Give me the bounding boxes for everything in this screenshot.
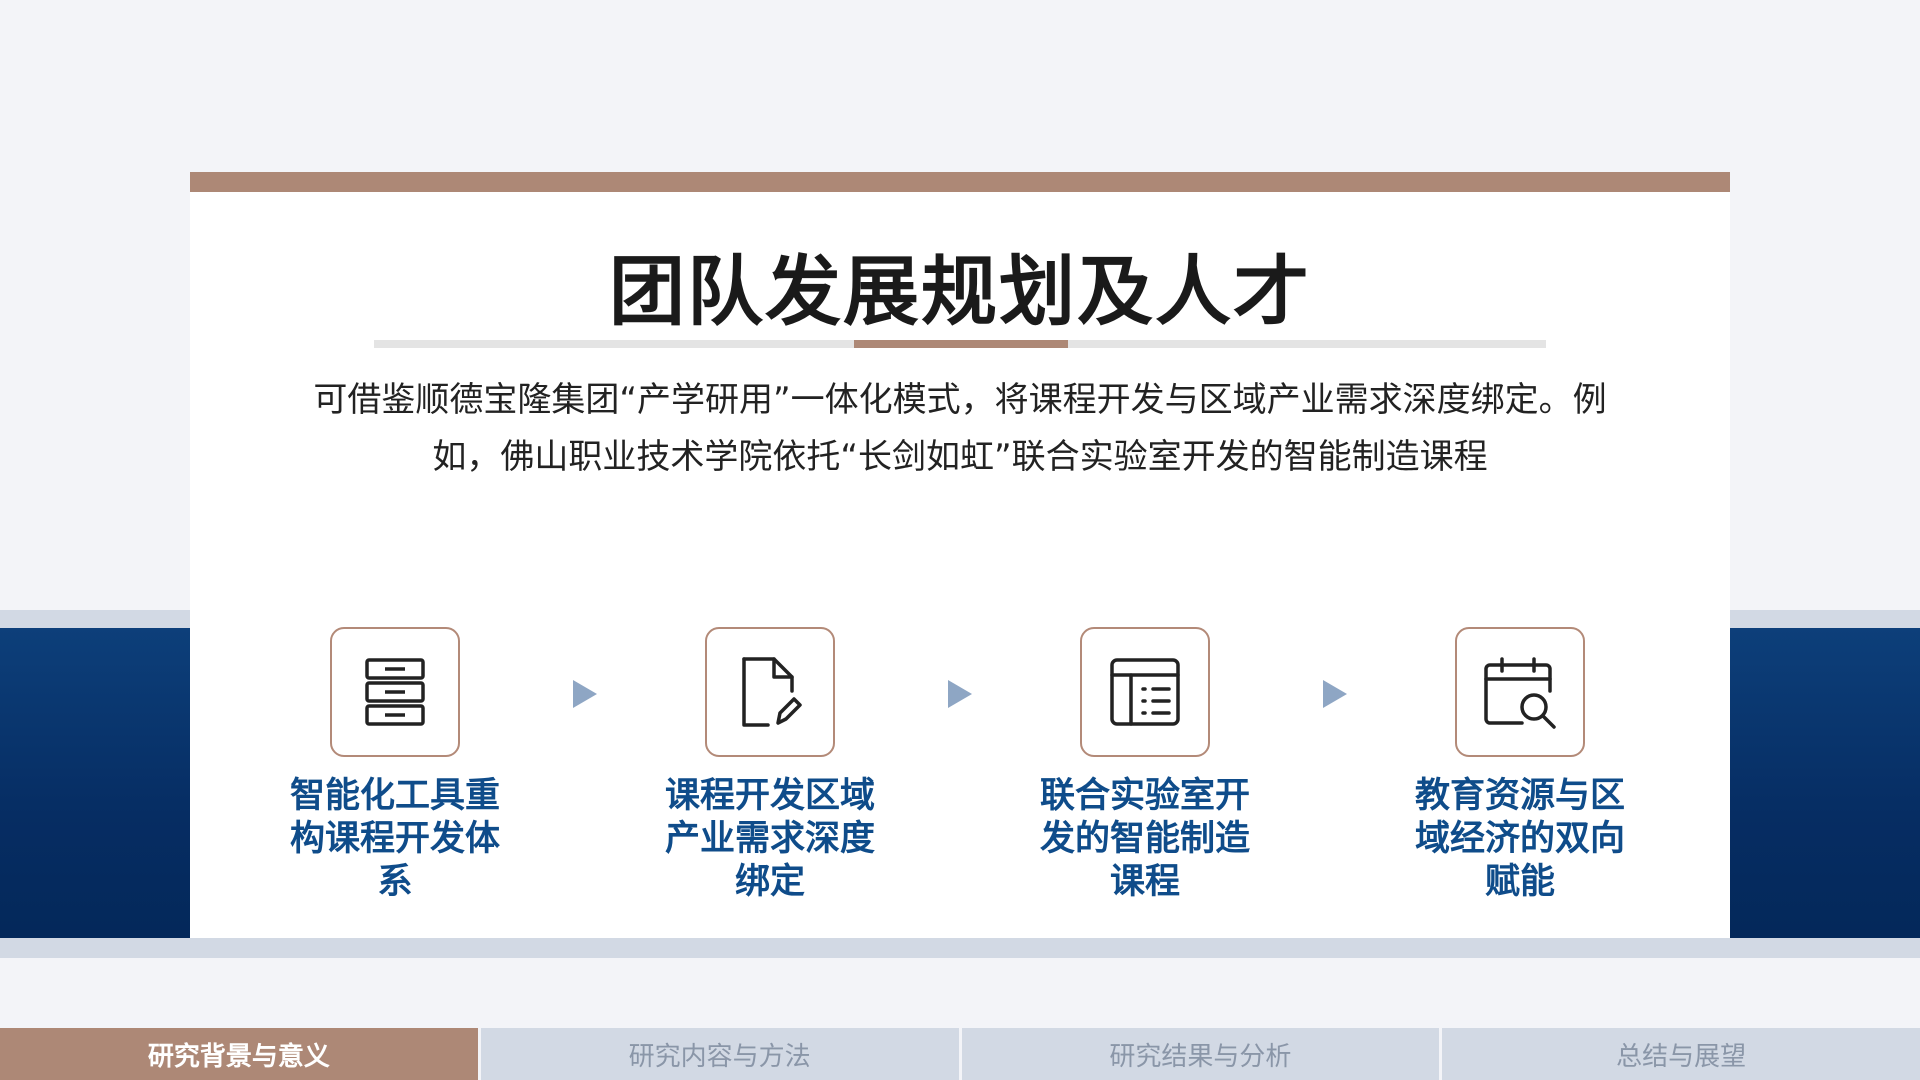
step-2-icon-box bbox=[705, 627, 835, 757]
document-edit-icon bbox=[742, 657, 802, 727]
step-1-icon-box bbox=[330, 627, 460, 757]
table-list-icon bbox=[1110, 658, 1180, 726]
step-3: 联合实验室开发的智能制造课程 bbox=[995, 627, 1295, 904]
step-4: 教育资源与区域经济的双向赋能 bbox=[1370, 627, 1670, 904]
step-3-icon-box bbox=[1080, 627, 1210, 757]
step-2-label: 课程开发区域产业需求深度绑定 bbox=[664, 776, 875, 902]
step-arrow-2 bbox=[948, 680, 972, 708]
title-divider-accent bbox=[854, 340, 1068, 348]
step-1: 智能化工具重构课程开发体系 bbox=[245, 627, 545, 904]
band-bottom-edge bbox=[0, 938, 1920, 958]
slide-description: 可借鉴顺德宝隆集团“产学研用”一体化模式，将课程开发与区域产业需求深度绑定。例如… bbox=[313, 380, 1607, 477]
step-2: 课程开发区域产业需求深度绑定 bbox=[620, 627, 920, 904]
nav-tab-research-background[interactable]: 研究背景与意义 bbox=[0, 1028, 481, 1080]
slide-stage: 团队发展规划及人才 可借鉴顺德宝隆集团“产学研用”一体化模式，将课程开发与区域产… bbox=[0, 0, 1920, 1080]
nav-tab-research-content[interactable]: 研究内容与方法 bbox=[480, 1028, 962, 1080]
content-card: 团队发展规划及人才 可借鉴顺德宝隆集团“产学研用”一体化模式，将课程开发与区域产… bbox=[190, 172, 1730, 938]
calendar-search-icon bbox=[1484, 657, 1556, 729]
nav-tab-research-results[interactable]: 研究结果与分析 bbox=[961, 1028, 1443, 1080]
slide-title: 团队发展规划及人才 bbox=[609, 247, 1311, 336]
step-4-label: 教育资源与区域经济的双向赋能 bbox=[1414, 776, 1625, 902]
card-accent-bar bbox=[190, 172, 1730, 192]
step-4-icon-box bbox=[1455, 627, 1585, 757]
cabinet-icon bbox=[365, 658, 425, 726]
step-arrow-1 bbox=[573, 680, 597, 708]
step-3-label: 联合实验室开发的智能制造课程 bbox=[1039, 776, 1250, 902]
section-nav: 研究背景与意义 研究内容与方法 研究结果与分析 总结与展望 bbox=[0, 1028, 1920, 1080]
step-1-label: 智能化工具重构课程开发体系 bbox=[289, 776, 500, 902]
nav-tab-summary[interactable]: 总结与展望 bbox=[1442, 1028, 1920, 1080]
step-arrow-3 bbox=[1323, 680, 1347, 708]
